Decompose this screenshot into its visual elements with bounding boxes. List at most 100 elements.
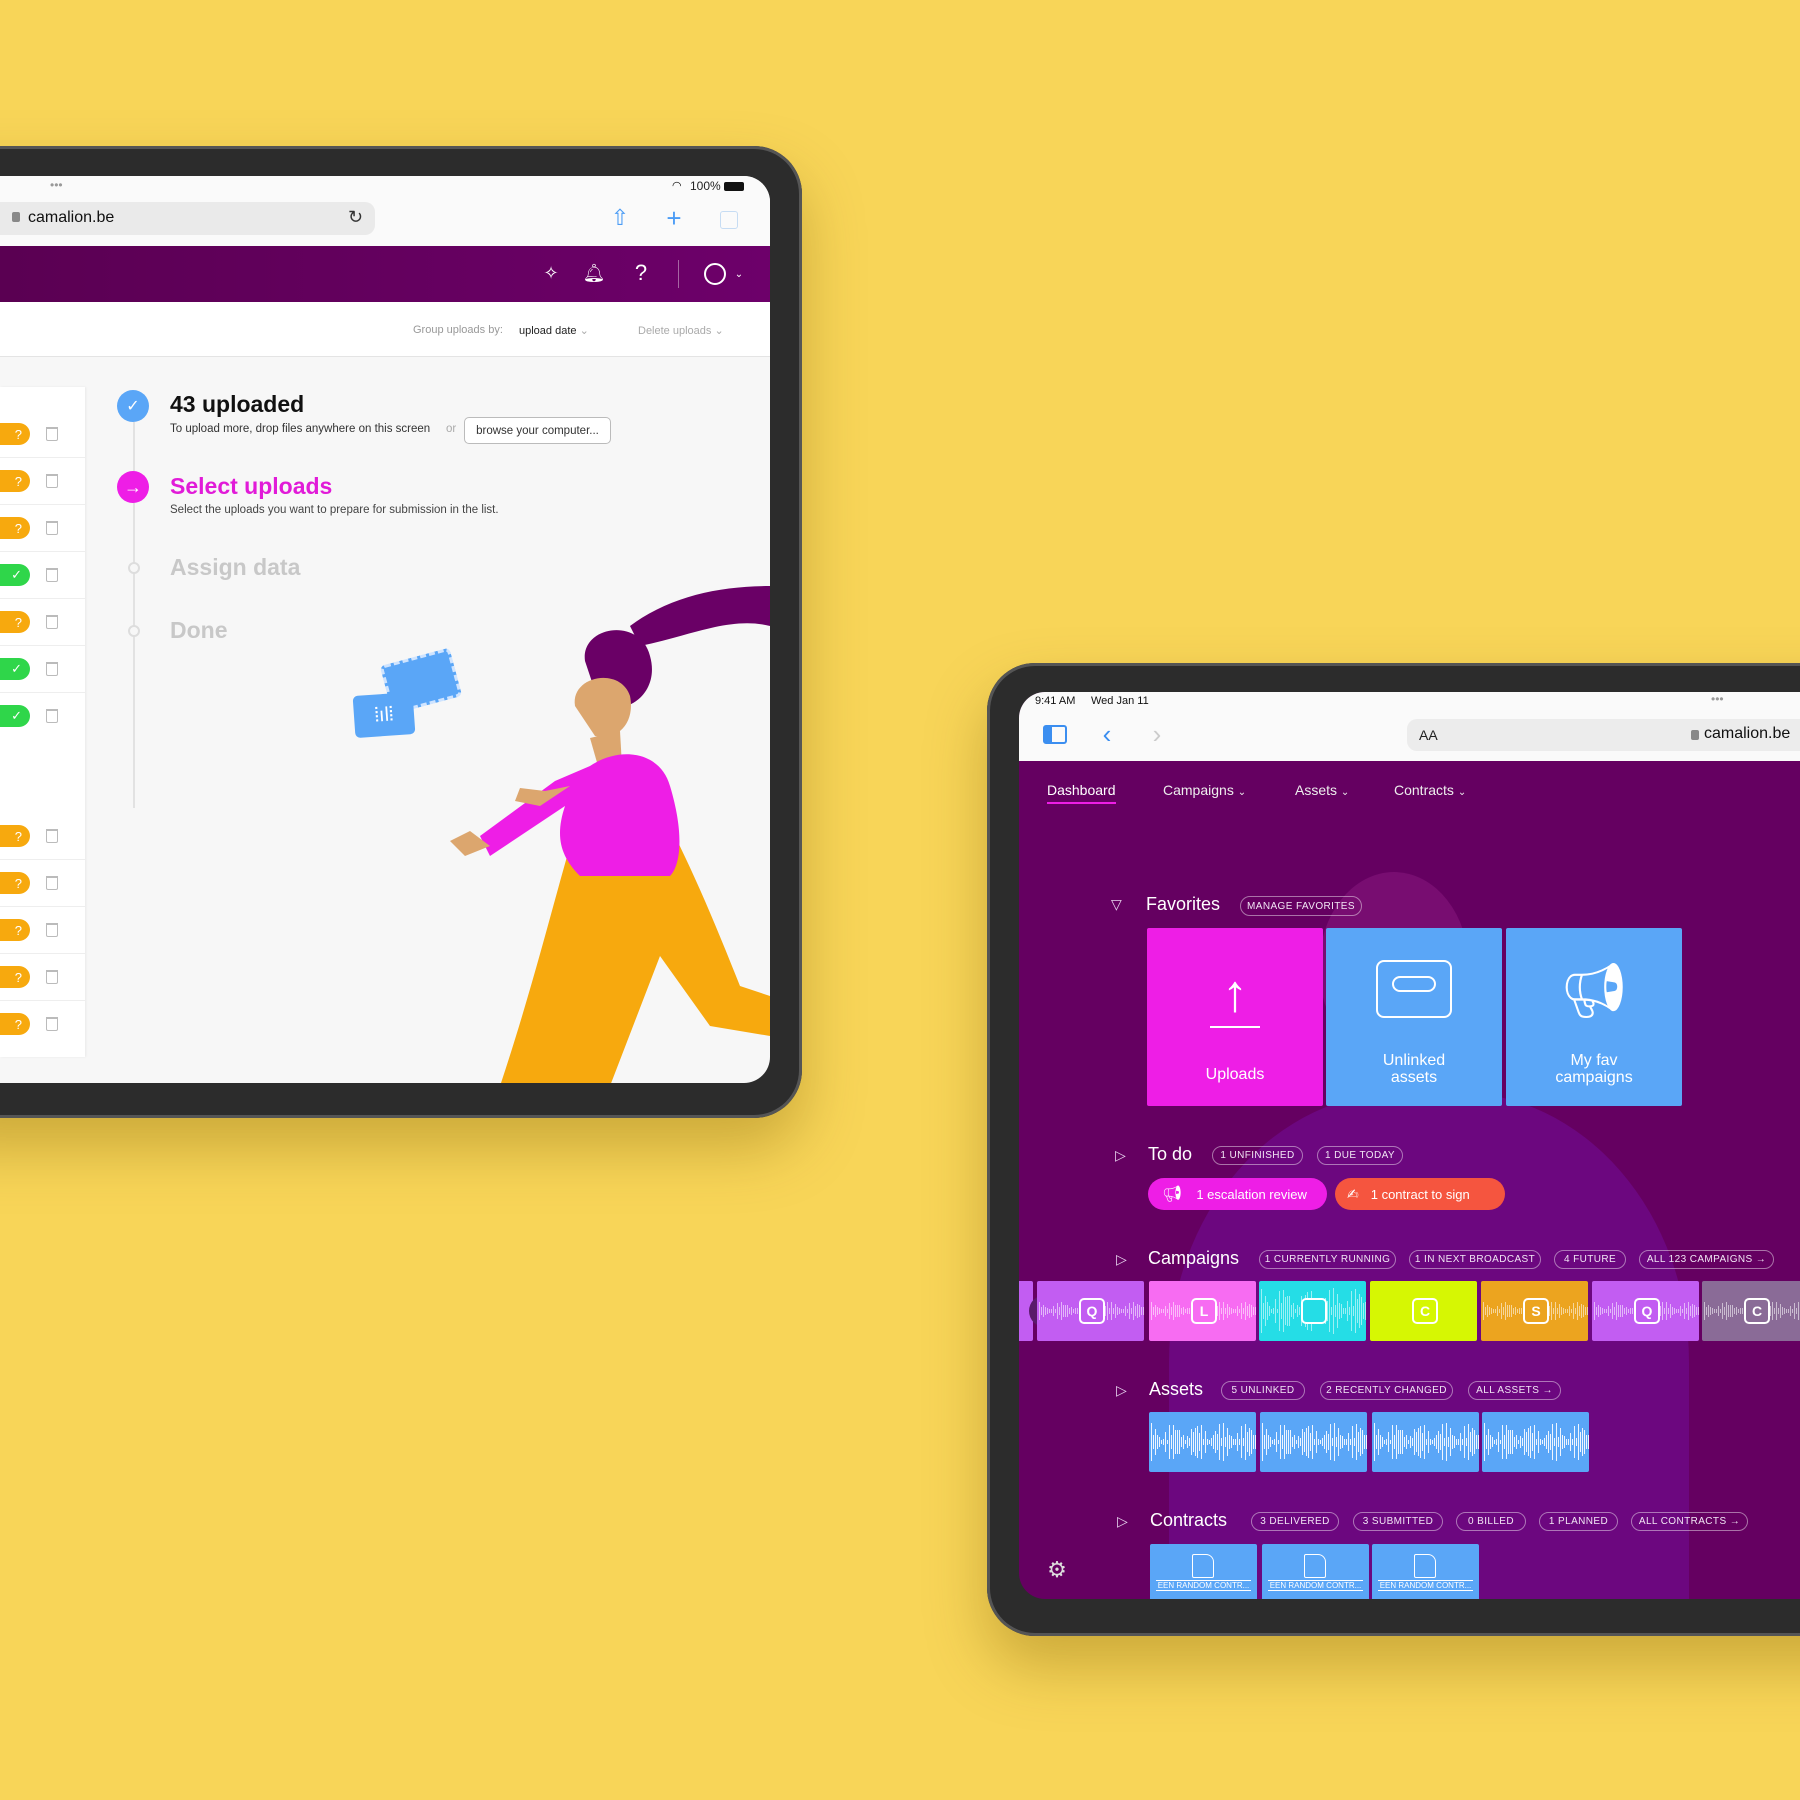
upload-row[interactable]: ? [0,872,85,894]
asset-tile[interactable] [1149,1412,1256,1472]
bell-icon[interactable]: 🔔︎ [581,260,607,286]
text-size-button[interactable]: AA [1419,727,1438,743]
waveform-bar [1179,1304,1181,1318]
trash-icon[interactable] [46,876,58,890]
upload-row[interactable]: ✓ [0,705,85,727]
escalation-review-button[interactable]: 📢︎ 1 escalation review [1148,1178,1327,1210]
trash-icon[interactable] [46,970,58,984]
trash-icon[interactable] [46,427,58,441]
trash-icon[interactable] [46,568,58,582]
upload-row[interactable]: ? [0,1013,85,1035]
asset-tile[interactable] [1482,1412,1589,1472]
upload-row[interactable]: ? [0,966,85,988]
upload-row[interactable]: ? [0,517,85,539]
trash-icon[interactable] [46,1017,58,1031]
nav-campaigns[interactable]: Campaigns ⌄ [1163,782,1246,798]
asset-tile[interactable] [1372,1412,1479,1472]
contract-tile[interactable]: EEN RANDOM CONTR... [1372,1544,1479,1599]
campaign-tile[interactable] [1259,1281,1366,1341]
all-campaigns-link[interactable]: ALL 123 CAMPAIGNS → [1639,1250,1774,1269]
campaign-tile[interactable]: C [1702,1281,1800,1341]
contracts-pill[interactable]: 0 BILLED [1456,1512,1526,1531]
campaigns-pill[interactable]: 1 CURRENTLY RUNNING [1259,1250,1396,1269]
contracts-pill[interactable]: 3 SUBMITTED [1353,1512,1443,1531]
waveform-bar [1270,1437,1272,1447]
contracts-pill[interactable]: 3 DELIVERED [1251,1512,1339,1531]
url-bar[interactable]: camalion.be ↻ [0,202,375,235]
reload-icon[interactable]: ↻ [348,207,363,228]
favorite-tile-fav-campaigns[interactable]: 📢︎ My fav campaigns [1506,928,1682,1106]
campaign-tile[interactable]: S [1481,1281,1588,1341]
expand-todo-icon[interactable]: ▷ [1115,1147,1126,1164]
upload-row[interactable]: ✓ [0,658,85,680]
collapse-favorites-icon[interactable]: ▽ [1111,896,1122,913]
trash-icon[interactable] [46,662,58,676]
upload-row[interactable]: ? [0,470,85,492]
forward-icon[interactable]: › [1147,719,1167,749]
contract-to-sign-button[interactable]: ✍︎ 1 contract to sign [1335,1178,1505,1210]
campaigns-pill[interactable]: 4 FUTURE [1554,1250,1626,1269]
back-icon[interactable]: ‹ [1097,719,1117,749]
browse-button[interactable]: browse your computer... [464,417,611,444]
waveform-bar [1524,1429,1526,1455]
sidebar-icon[interactable] [1043,725,1067,744]
nav-assets[interactable]: Assets ⌄ [1295,782,1349,798]
upload-row[interactable]: ? [0,611,85,633]
upload-row[interactable]: ? [0,919,85,941]
waveform-bar [1380,1434,1382,1450]
waveform-bar [1197,1425,1199,1459]
all-contracts-link[interactable]: ALL CONTRACTS → [1631,1512,1748,1531]
assets-pill[interactable]: 2 RECENTLY CHANGED [1320,1381,1453,1400]
upload-row[interactable]: ? [0,423,85,445]
plus-icon[interactable]: + [660,203,688,233]
tabs-icon[interactable] [720,211,738,229]
favorite-tile-uploads[interactable]: ↑ Uploads [1147,928,1323,1106]
campaign-tile[interactable]: C [1370,1281,1477,1341]
campaign-tile[interactable]: L [1149,1281,1256,1341]
asset-tile[interactable] [1260,1412,1367,1472]
upload-row[interactable]: ✓ [0,564,85,586]
trash-icon[interactable] [46,474,58,488]
campaign-tile[interactable]: Q [1592,1281,1699,1341]
todo-pill[interactable]: 1 UNFINISHED [1212,1146,1303,1165]
campaign-tile[interactable]: Q [1037,1281,1144,1341]
favorite-tile-unlinked-assets[interactable]: Unlinked assets [1326,928,1502,1106]
waveform-bar [1496,1438,1498,1446]
contract-tile[interactable]: EEN RANDOM CONTR... [1150,1544,1257,1599]
chevron-down-icon[interactable]: ⌄ [732,264,746,284]
expand-contracts-icon[interactable]: ▷ [1117,1513,1128,1530]
waveform-bar [1456,1439,1458,1445]
share-icon[interactable]: ⇧ [606,204,634,232]
waveform-bar [1468,1423,1470,1461]
user-icon[interactable] [704,263,726,285]
trash-icon[interactable] [46,709,58,723]
trash-icon[interactable] [46,829,58,843]
waveform-bar [1255,1306,1256,1316]
manage-favorites-button[interactable]: MANAGE FAVORITES [1240,896,1362,916]
assets-pill[interactable]: 5 UNLINKED [1221,1381,1305,1400]
url-bar[interactable]: AA camalion.be [1407,719,1800,751]
nav-contracts[interactable]: Contracts ⌄ [1394,782,1466,798]
expand-campaigns-icon[interactable]: ▷ [1116,1251,1127,1268]
contract-tile[interactable]: EEN RANDOM CONTR... [1262,1544,1369,1599]
todo-pill[interactable]: 1 DUE TODAY [1317,1146,1403,1165]
group-select[interactable]: upload date ⌄ [519,324,589,337]
row-divider [0,906,85,907]
waveform-bar [1356,1423,1358,1461]
trash-icon[interactable] [46,923,58,937]
expand-assets-icon[interactable]: ▷ [1116,1382,1127,1399]
waveform-bar [1556,1422,1558,1462]
trash-icon[interactable] [46,615,58,629]
trash-icon[interactable] [46,521,58,535]
help-icon[interactable]: ? [628,260,654,286]
settings-gear-icon[interactable]: ⚙ [1045,1557,1069,1582]
pin-icon[interactable]: ✧ [538,260,564,286]
contracts-pill[interactable]: 1 PLANNED [1539,1512,1618,1531]
waveform-bar [1608,1305,1610,1317]
waveform-bar [1722,1302,1724,1320]
nav-dashboard[interactable]: Dashboard [1047,782,1116,804]
campaigns-pill[interactable]: 1 IN NEXT BROADCAST [1409,1250,1541,1269]
delete-uploads-select[interactable]: Delete uploads ⌄ [638,324,724,337]
upload-row[interactable]: ? [0,825,85,847]
all-assets-link[interactable]: ALL ASSETS → [1468,1381,1561,1400]
